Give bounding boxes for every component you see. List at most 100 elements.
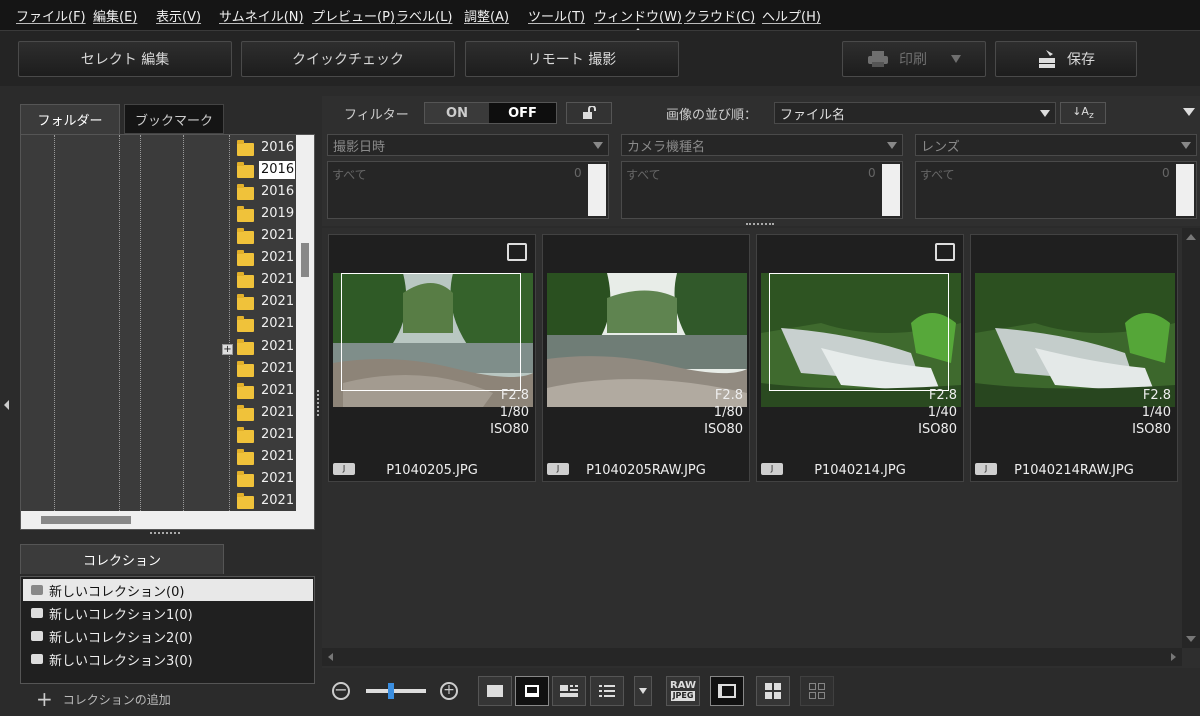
filter-dropdown-lens[interactable]: レンズ <box>915 134 1197 156</box>
zoom-slider-thumb[interactable] <box>388 683 394 699</box>
filter-list-scrollbar[interactable] <box>882 164 900 216</box>
thumbnail-card[interactable]: F2.8 1/80 ISO80 J P1040205.JPG <box>328 234 536 482</box>
tab-bookmark[interactable]: ブックマーク <box>124 104 224 134</box>
thumbnail-card[interactable]: F2.8 1/40 ISO80 J P1040214RAW.JPG <box>970 234 1178 482</box>
remote-shoot-button[interactable]: リモート 撮影 <box>465 41 679 77</box>
tab-bookmark-label: ブックマーク <box>134 113 213 129</box>
tree-item[interactable]: 2021 <box>237 490 295 512</box>
collection-item[interactable]: 新しいコレクション3(0) <box>23 648 313 670</box>
filter-list-lens[interactable]: すべて 0 <box>915 161 1197 219</box>
save-button[interactable]: 保存 <box>995 41 1137 77</box>
tree-item[interactable]: 2021 <box>237 291 295 313</box>
filter-dropdown-date[interactable]: 撮影日時 <box>327 134 609 156</box>
folder-tree[interactable]: + 2016 2016 2016 2019 2021 2021 2021 202… <box>20 134 315 530</box>
printer-icon <box>868 51 888 67</box>
tree-item[interactable]: 2021 <box>237 358 295 380</box>
zoom-out-icon[interactable]: − <box>332 682 350 700</box>
single-view-icon <box>487 685 503 697</box>
menu-window[interactable]: ウィンドウ(W) <box>594 6 682 34</box>
view-thumbnail-button[interactable] <box>515 676 549 706</box>
print-dropdown-icon[interactable] <box>951 55 961 63</box>
tree-item[interactable]: 2021 <box>237 313 295 335</box>
sort-dropdown[interactable]: ファイル名 <box>774 102 1056 124</box>
view-options-dropdown[interactable] <box>634 676 652 706</box>
filter-list-item[interactable]: すべて <box>920 166 955 183</box>
filter-list-date[interactable]: すべて 0 <box>327 161 609 219</box>
view-grid-button[interactable] <box>552 676 586 706</box>
tree-item[interactable]: 2021 <box>237 247 295 269</box>
filter-dropdown-camera[interactable]: カメラ機種名 <box>621 134 903 156</box>
quick-check-button[interactable]: クイックチェック <box>241 41 455 77</box>
tree-item[interactable]: 2021 <box>237 336 295 358</box>
thumbnail-card[interactable]: F2.8 1/80 ISO80 J P1040205RAW.JPG <box>542 234 750 482</box>
filter-off-button[interactable]: OFF <box>489 103 556 123</box>
tree-item[interactable]: 2021 <box>237 446 295 468</box>
thumbnail-card[interactable]: F2.8 1/40 ISO80 J P1040214.JPG <box>756 234 964 482</box>
tab-collection[interactable]: コレクション <box>20 544 224 574</box>
filter-list-item[interactable]: すべて <box>626 166 661 183</box>
tab-folder[interactable]: フォルダー <box>20 104 120 134</box>
tree-expand-icon[interactable]: + <box>222 344 233 355</box>
zoom-slider[interactable] <box>366 683 426 699</box>
tree-horizontal-scrollbar[interactable] <box>21 511 314 529</box>
menu-preview[interactable]: プレビュー(P) <box>312 6 395 25</box>
panel-splitter-handle[interactable] <box>150 532 180 535</box>
menu-edit[interactable]: 編集(E) <box>93 6 137 25</box>
scroll-down-icon[interactable] <box>1186 636 1196 642</box>
expand-icon[interactable] <box>507 243 527 261</box>
view-list-button[interactable] <box>590 676 624 706</box>
filter-list-camera[interactable]: すべて 0 <box>621 161 903 219</box>
tree-item[interactable]: 2021 <box>237 402 295 424</box>
grid-vertical-scrollbar[interactable] <box>1182 228 1200 648</box>
filter-list-scrollbar[interactable] <box>1176 164 1194 216</box>
filter-lock-button[interactable] <box>566 102 612 124</box>
filter-on-button[interactable]: ON <box>425 103 489 123</box>
collection-item[interactable]: 新しいコレクション1(0) <box>23 602 313 624</box>
scroll-up-icon[interactable] <box>1186 234 1196 240</box>
menu-file[interactable]: ファイル(F) <box>16 6 86 25</box>
filmstrip-button[interactable] <box>710 676 744 706</box>
tree-item[interactable]: 2021 <box>237 225 295 247</box>
menu-help[interactable]: ヘルプ(H) <box>762 6 821 25</box>
grid-horizontal-scrollbar[interactable] <box>322 648 1182 666</box>
menu-view[interactable]: 表示(V) <box>156 6 201 25</box>
menu-cloud[interactable]: クラウド(C) <box>684 6 755 25</box>
tree-item[interactable]: 2016 <box>237 137 295 159</box>
tree-item[interactable]: 2021 <box>237 424 295 446</box>
collapse-left-icon[interactable] <box>4 400 9 410</box>
filter-splitter-handle[interactable] <box>746 223 774 225</box>
expand-icon[interactable] <box>935 243 955 261</box>
menu-label[interactable]: ラベル(L) <box>396 6 452 25</box>
raw-jpeg-toggle[interactable]: RAW JPEG <box>666 676 700 706</box>
filter-list-scrollbar[interactable] <box>588 164 606 216</box>
view-single-button[interactable] <box>478 676 512 706</box>
collection-item[interactable]: 新しいコレクション(0) <box>23 579 313 601</box>
print-button[interactable]: 印刷 <box>842 41 986 77</box>
scroll-left-icon[interactable] <box>328 653 333 661</box>
compare-view-button[interactable] <box>800 676 834 706</box>
tree-item[interactable]: 2021 <box>237 380 295 402</box>
sort-order-button[interactable]: ↓Az <box>1060 102 1106 124</box>
tree-hscroll-thumb[interactable] <box>41 516 131 524</box>
filter-panel-menu-icon[interactable] <box>1183 108 1195 116</box>
menu-thumbnail[interactable]: サムネイル(N) <box>219 6 304 25</box>
multi-view-button[interactable] <box>756 676 790 706</box>
filter-list-item[interactable]: すべて <box>332 166 367 183</box>
scroll-right-icon[interactable] <box>1171 653 1176 661</box>
filter-toggle[interactable]: ON OFF <box>424 102 557 124</box>
tree-item[interactable]: 2021 <box>237 468 295 490</box>
add-collection-button[interactable]: + コレクションの追加 <box>20 686 315 712</box>
menu-adjust[interactable]: 調整(A) <box>464 6 509 25</box>
tree-item-selected[interactable]: 2016 <box>237 159 295 181</box>
tree-item[interactable]: 2021 <box>237 269 295 291</box>
tree-scroll-thumb[interactable] <box>301 243 309 277</box>
tree-item[interactable]: 2016 <box>237 181 295 203</box>
vertical-splitter-handle[interactable] <box>317 390 320 416</box>
tree-item[interactable]: 2019 <box>237 203 295 225</box>
zoom-in-icon[interactable]: + <box>440 682 458 700</box>
filter-on-label: ON <box>446 105 468 121</box>
menu-tools[interactable]: ツール(T) <box>528 6 585 25</box>
collection-item[interactable]: 新しいコレクション2(0) <box>23 625 313 647</box>
tree-vertical-scrollbar[interactable] <box>296 135 314 511</box>
select-edit-button[interactable]: セレクト 編集 <box>18 41 232 77</box>
